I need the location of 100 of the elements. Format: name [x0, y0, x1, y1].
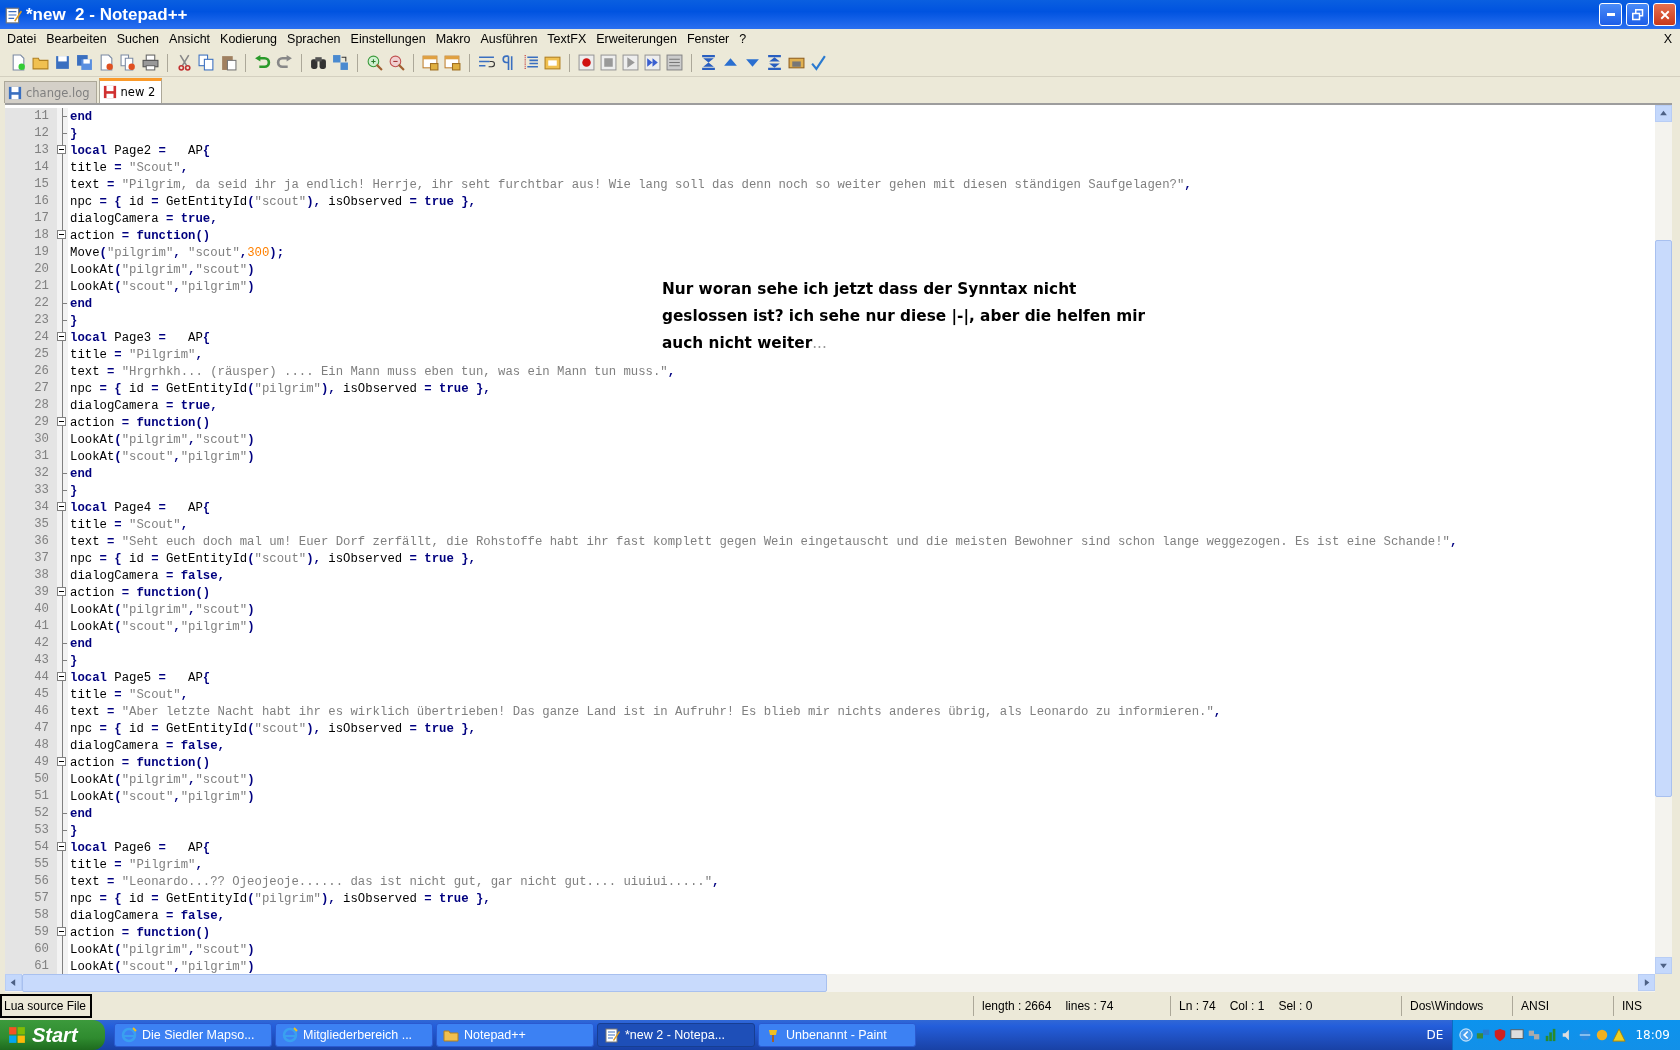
- fold-box-icon[interactable]: [57, 587, 66, 596]
- monitor-icon[interactable]: [1510, 1028, 1525, 1042]
- scroll-thumb[interactable]: [22, 974, 827, 992]
- undo-icon[interactable]: [254, 54, 271, 71]
- code-line: local Page4 = AP{: [69, 500, 211, 515]
- menu-item[interactable]: Einstellungen: [345, 31, 431, 47]
- menu-item[interactable]: Sprachen: [282, 31, 346, 47]
- notepad-icon: [4, 5, 22, 24]
- taskbar-button[interactable]: *new 2 - Notepa...: [597, 1023, 755, 1047]
- horizontal-scrollbar[interactable]: [5, 974, 1672, 992]
- menu-item[interactable]: Ansicht: [164, 31, 216, 47]
- fold-box-icon[interactable]: [57, 417, 66, 426]
- redo-icon[interactable]: [276, 54, 293, 71]
- start-button[interactable]: Start: [0, 1020, 105, 1050]
- taskbar-button[interactable]: Mitgliederbereich ...: [275, 1023, 433, 1047]
- menu-item[interactable]: Suchen: [111, 31, 165, 47]
- replace-icon[interactable]: [332, 54, 349, 71]
- menu-item[interactable]: Ausführen: [475, 31, 543, 47]
- menu-item[interactable]: Bearbeiten: [41, 31, 112, 47]
- taskbar-button[interactable]: Unbenannt - Paint: [758, 1023, 916, 1047]
- warning-icon[interactable]: [1612, 1028, 1627, 1042]
- window-lock-icon[interactable]: [444, 54, 461, 71]
- collapse-icon[interactable]: [700, 54, 717, 71]
- indent-guide-icon[interactable]: [522, 54, 539, 71]
- code-line: local Page3 = AP{: [69, 330, 211, 345]
- fold-box-icon[interactable]: [57, 927, 66, 936]
- code-line: LookAt("scout","pilgrim"): [69, 789, 255, 804]
- zoom-out-icon[interactable]: [388, 54, 405, 71]
- code-line: action = function(): [69, 755, 211, 770]
- fold-box-icon[interactable]: [57, 502, 66, 511]
- arrow-left-icon[interactable]: [9, 978, 18, 987]
- fold-box-icon[interactable]: [57, 757, 66, 766]
- code-line: text = "Seht euch doch mal um! Euer Dorf zerfällt, die Rohstoffe habt ihr fast komplett gegen Wein eingetauscht und die meisten Bewohner sind schon lange weggezogen. Es ist eine Schande!",: [69, 534, 1458, 549]
- code-line: LookAt("scout","pilgrim"): [69, 279, 255, 294]
- arrow-up-icon[interactable]: [1659, 109, 1668, 118]
- tab[interactable]: new 2: [98, 78, 163, 103]
- zoom-in-icon[interactable]: [366, 54, 383, 71]
- taskbar-button[interactable]: Notepad++: [436, 1023, 594, 1047]
- window-title: *new 2 - Notepad++: [26, 4, 189, 25]
- line-number: 54: [5, 839, 57, 856]
- line-number: 11: [5, 108, 57, 125]
- taskbar-button[interactable]: Die Siedler Mapso...: [114, 1023, 272, 1047]
- line-number: 48: [5, 737, 57, 754]
- fold-box-icon[interactable]: [57, 332, 66, 341]
- code-line: end: [69, 296, 93, 311]
- vertical-scrollbar[interactable]: [1655, 105, 1672, 974]
- menu-item[interactable]: Erweiterungen: [591, 31, 682, 47]
- scissors-icon[interactable]: [176, 54, 193, 71]
- window-lock-icon[interactable]: [422, 54, 439, 71]
- close-document-button[interactable]: X: [1655, 32, 1680, 46]
- new-document-icon[interactable]: [10, 54, 27, 71]
- browser-icon: [121, 1027, 137, 1043]
- language-indicator[interactable]: DE: [1426, 1028, 1450, 1042]
- play-icon[interactable]: [622, 54, 639, 71]
- expand-icon[interactable]: [766, 54, 783, 71]
- fold-box-icon[interactable]: [57, 145, 66, 154]
- menu-item[interactable]: Fenster: [681, 31, 735, 47]
- fold-box-icon[interactable]: [57, 230, 66, 239]
- printer-icon[interactable]: [142, 54, 159, 71]
- spellcheck-icon[interactable]: [810, 54, 827, 71]
- restore-button[interactable]: [1626, 3, 1649, 26]
- fast-forward-icon[interactable]: [644, 54, 661, 71]
- scroll-thumb[interactable]: [1655, 240, 1672, 797]
- status-text: lines : 74: [1065, 999, 1114, 1013]
- copy-icon[interactable]: [198, 54, 215, 71]
- save-macro-icon[interactable]: [666, 54, 683, 71]
- record-icon[interactable]: [578, 54, 595, 71]
- line-number: 20: [5, 261, 57, 278]
- line-number: 18: [5, 227, 57, 244]
- line-number: 12: [5, 125, 57, 142]
- folder-panel-icon[interactable]: [544, 54, 561, 71]
- fold-box-icon[interactable]: [57, 842, 66, 851]
- document-close-icon[interactable]: [98, 54, 115, 71]
- documents-close-icon[interactable]: [120, 54, 137, 71]
- stop-icon[interactable]: [600, 54, 617, 71]
- menu-item[interactable]: TextFX: [542, 31, 592, 47]
- binoculars-icon[interactable]: [310, 54, 327, 71]
- code-line: text = "Pilgrim, da seid ihr ja endlich! Herrje, ihr seht furchtbar aus! Wie lang soll das denn noch so weiter gehen mit diesen ständigen Saufgelagen?",: [69, 177, 1192, 192]
- arrow-right-icon[interactable]: [1642, 978, 1651, 987]
- fold-box-icon[interactable]: [57, 672, 66, 681]
- code-line: dialogCamera = false,: [69, 738, 225, 753]
- line-number: 45: [5, 686, 57, 703]
- menu-item[interactable]: Datei: [2, 31, 42, 47]
- minimize-button[interactable]: [1599, 3, 1622, 26]
- arrow-down-icon[interactable]: [1659, 961, 1668, 970]
- menu-item[interactable]: Kodierung: [215, 31, 283, 47]
- browser-icon: [282, 1027, 298, 1043]
- windows-logo-icon: [8, 1026, 26, 1044]
- line-number: 32: [5, 465, 57, 482]
- code-line: dialogCamera = true,: [69, 398, 218, 413]
- close-button[interactable]: [1653, 3, 1676, 26]
- menu-item[interactable]: ?: [734, 31, 752, 47]
- floppy-disks-icon[interactable]: [76, 54, 93, 71]
- clipboard-icon[interactable]: [220, 54, 237, 71]
- notepad-icon: [604, 1027, 620, 1043]
- status-text: Ln : 74: [1179, 999, 1216, 1013]
- code-line: npc = { id = GetEntityId("scout"), isObserved = true },: [69, 194, 476, 209]
- code-line: action = function(): [69, 228, 211, 243]
- menu-item[interactable]: Makro: [430, 31, 476, 47]
- code-line: text = "Hrgrhkh... (räusper) .... Ein Mann muss eben tun, was ein Mann tun muss.",: [69, 364, 676, 379]
